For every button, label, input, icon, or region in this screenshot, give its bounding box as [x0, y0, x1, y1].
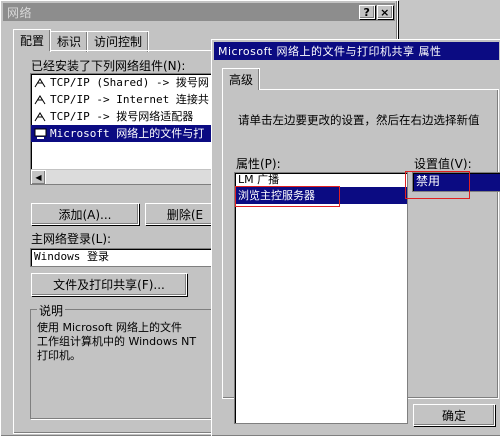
primary-logon-label: 主网络登录(L):	[31, 232, 112, 246]
file-print-sharing-button[interactable]: 文件及打印共享(F)...	[31, 273, 187, 296]
tab-identification[interactable]: 标识	[50, 31, 89, 52]
value-highlight-box	[405, 171, 470, 199]
network-tabs: 配置 标识 访问控制	[13, 29, 150, 52]
computer-icon	[34, 128, 47, 139]
description-group: 说明 使用 Microsoft 网络上的文件 工作组计算机中的 Windows …	[30, 302, 216, 419]
help-button[interactable]: ?	[359, 5, 375, 19]
close-button[interactable]: ×	[377, 5, 393, 19]
scroll-left-icon[interactable]: ◀	[31, 170, 46, 184]
property-highlight-box	[235, 186, 340, 207]
description-title: 说明	[37, 302, 66, 319]
properties-dialog-title: Microsoft 网络上的文件与打印机共享 属性	[218, 45, 442, 58]
network-dialog-titlebar[interactable]: 网络 ? ×	[3, 3, 395, 21]
tab-access-control[interactable]: 访问控制	[87, 31, 150, 52]
components-label: 已经安装了下列网络组件(N):	[31, 59, 186, 73]
properties-dialog-titlebar[interactable]: Microsoft 网络上的文件与打印机共享 属性	[214, 42, 499, 60]
property-list[interactable]: LM 广播 浏览主控服务器	[234, 172, 408, 424]
properties-tabs: 高级	[222, 68, 261, 90]
instruction-text: 请单击左边要更改的设置，然后在右边选择新值	[238, 113, 480, 127]
description-line: 使用 Microsoft 网络上的文件	[37, 321, 183, 334]
description-line: 打印机。	[37, 349, 81, 362]
description-text: 使用 Microsoft 网络上的文件 工作组计算机中的 Windows NT …	[37, 321, 196, 363]
protocol-icon	[34, 78, 46, 88]
network-dialog-title: 网络	[7, 5, 33, 20]
protocol-icon	[34, 95, 46, 105]
property-label: 属性(P):	[236, 157, 281, 171]
add-button[interactable]: 添加(A)...	[31, 203, 139, 225]
description-line: 工作组计算机中的 Windows NT	[37, 335, 197, 348]
tab-configuration[interactable]: 配置	[13, 29, 52, 51]
primary-logon-select[interactable]: Windows 登录	[30, 248, 220, 267]
properties-dialog: Microsoft 网络上的文件与打印机共享 属性 高级 请单击左边要更改的设置…	[211, 39, 500, 437]
value-label: 设置值(V):	[414, 157, 472, 171]
tab-advanced[interactable]: 高级	[222, 68, 261, 90]
ok-button[interactable]: 确定	[413, 404, 495, 426]
protocol-icon	[34, 112, 46, 122]
property-item[interactable]: LM 广播	[235, 173, 407, 187]
